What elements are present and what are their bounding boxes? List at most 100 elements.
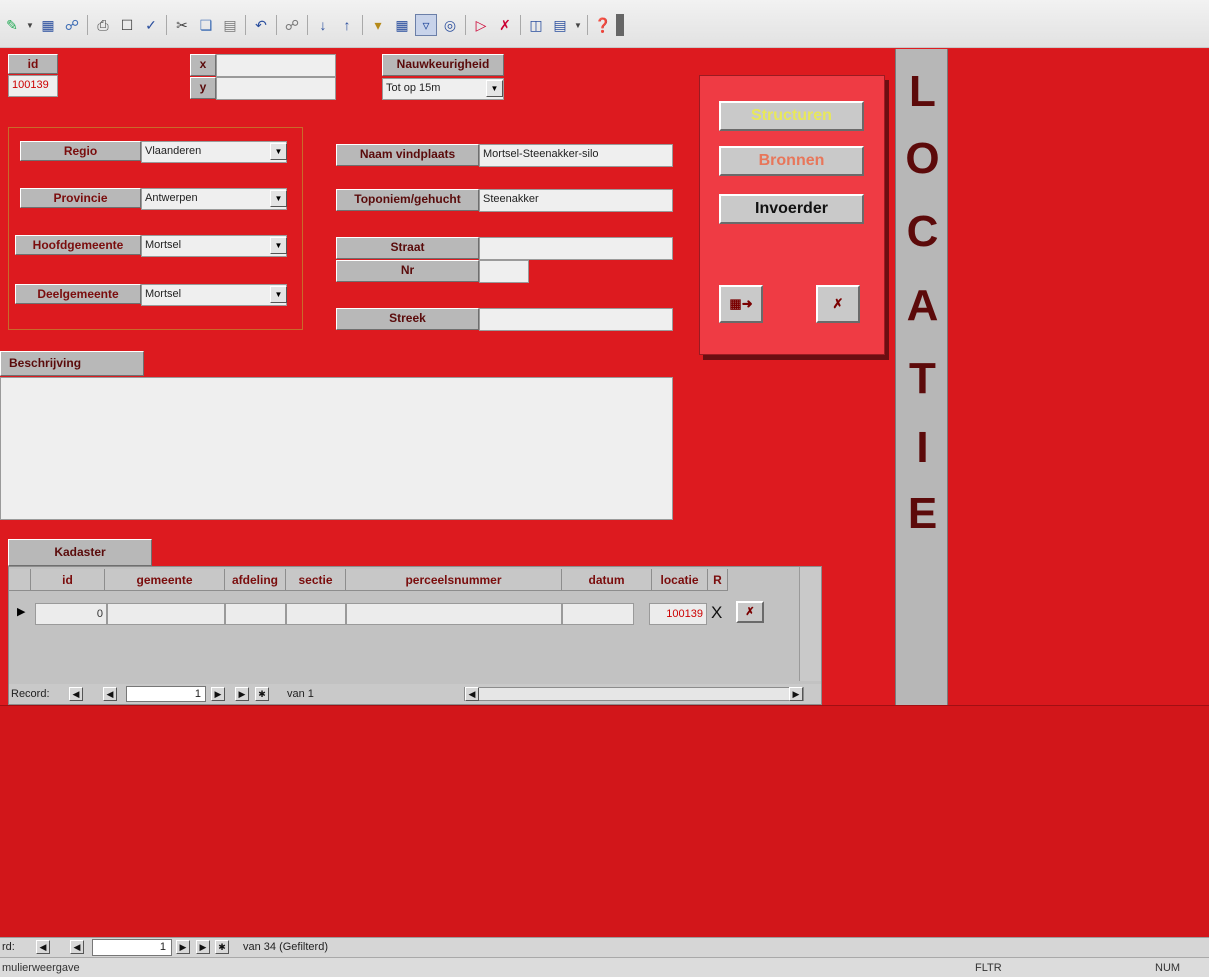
row-delete-button[interactable]: ✗ (736, 601, 764, 623)
database-window-icon[interactable]: ◫ (525, 14, 547, 36)
toolbar-icons: ✎ ▼ ▦ ☍ ⎙ ☐ ✓ ✂ ❏ ▤ ↶ ☍ ↓ ↑ ▾ ▦ ▿ ◎ ▷ ✗ … (0, 12, 625, 38)
kadaster-datasheet: id gemeente afdeling sectie perceelsnumm… (8, 566, 822, 705)
id-field[interactable]: 100139 (8, 75, 58, 97)
col-id[interactable]: id (31, 569, 105, 591)
col-afdeling[interactable]: afdeling (225, 569, 286, 591)
subform-record-number[interactable]: 1 (126, 686, 206, 702)
main-next-record-button[interactable]: ▶ (176, 940, 190, 954)
scroll-right-button[interactable]: ▶ (789, 687, 803, 701)
hoofdgemeente-dropdown-button[interactable]: ▼ (270, 237, 287, 254)
col-datum[interactable]: datum (562, 569, 652, 591)
toolbar: ✎ ▼ ▦ ☍ ⎙ ☐ ✓ ✂ ❏ ▤ ↶ ☍ ↓ ↑ ▾ ▦ ▿ ◎ ▷ ✗ … (0, 0, 1209, 48)
col-perceelsnummer[interactable]: perceelsnummer (346, 569, 562, 591)
regio-label: Regio (20, 141, 141, 161)
title-letter: A (906, 281, 939, 330)
next-record-button[interactable]: ▶ (211, 687, 225, 701)
main-record-label: rd: (2, 941, 15, 953)
kadaster-tab[interactable]: Kadaster (8, 539, 152, 566)
title-letter: L (909, 67, 936, 116)
structuren-button[interactable]: Structuren (719, 101, 864, 131)
copy-icon[interactable]: ❏ (195, 14, 217, 36)
bronnen-button[interactable]: Bronnen (719, 146, 864, 176)
x-field[interactable] (216, 54, 336, 77)
prev-record-button[interactable]: ◀ (103, 687, 117, 701)
toolbar-separator (166, 15, 167, 35)
regio-select[interactable]: Vlaanderen (141, 141, 287, 163)
locatie-vertical-title: L O C A T I E (895, 49, 948, 705)
scroll-left-button[interactable]: ◀ (465, 687, 479, 701)
exit-button[interactable]: ▦➜ (719, 285, 763, 323)
find-icon[interactable]: ◎ (439, 14, 461, 36)
save-icon[interactable]: ▦ (37, 14, 59, 36)
print-preview-icon[interactable]: ☐ (116, 14, 138, 36)
nauwkeurigheid-dropdown-button[interactable]: ▼ (486, 80, 503, 97)
cell-id[interactable]: 0 (35, 603, 107, 625)
help-icon[interactable]: ❓ (592, 14, 614, 36)
nr-field[interactable] (479, 260, 529, 283)
filter-by-selection-icon[interactable]: ▾ (367, 14, 389, 36)
row-selector-header (9, 569, 31, 591)
search-db-icon[interactable]: ☍ (61, 14, 83, 36)
main-first-record-button[interactable]: ◀ (36, 940, 50, 954)
subform-record-total: van 1 (287, 688, 314, 700)
new-record-icon[interactable]: ▷ (470, 14, 492, 36)
spelling-icon[interactable]: ✓ (140, 14, 162, 36)
first-record-button[interactable]: ◀ (69, 687, 83, 701)
naam-vindplaats-field[interactable]: Mortsel-Steenakker-silo (479, 144, 673, 167)
horizontal-scrollbar[interactable]: ◀ ▶ (464, 687, 804, 701)
main-prev-record-button[interactable]: ◀ (70, 940, 84, 954)
cell-datum[interactable] (562, 603, 634, 625)
streek-field[interactable] (479, 308, 673, 331)
provincie-label: Provincie (20, 188, 141, 208)
toponiem-field[interactable]: Steenakker (479, 189, 673, 212)
straat-field[interactable] (479, 237, 673, 260)
col-locatie[interactable]: locatie (652, 569, 708, 591)
cell-gemeente[interactable] (107, 603, 225, 625)
main-record-number[interactable]: 1 (92, 939, 172, 956)
main-new-record-button[interactable]: ✱ (215, 940, 229, 954)
deelgemeente-select[interactable]: Mortsel (141, 284, 287, 306)
access-form-window: { "toolbar": { "icons": ["design-view-ic… (0, 0, 1209, 977)
last-record-button[interactable]: ▶ (235, 687, 249, 701)
straat-label: Straat (336, 237, 479, 259)
sort-descending-icon[interactable]: ↑ (336, 14, 358, 36)
deelgemeente-dropdown-button[interactable]: ▼ (270, 286, 287, 303)
design-view-icon[interactable]: ✎ (1, 14, 23, 36)
paste-icon[interactable]: ▤ (219, 14, 241, 36)
delete-record-icon[interactable]: ✗ (494, 14, 516, 36)
hoofdgemeente-select[interactable]: Mortsel (141, 235, 287, 257)
toolbar-separator (276, 15, 277, 35)
title-letter: I (916, 423, 929, 472)
delete-button[interactable]: ✗ (816, 285, 860, 323)
col-gemeente[interactable]: gemeente (105, 569, 225, 591)
toolbar-options-icon[interactable] (616, 14, 624, 36)
sort-ascending-icon[interactable]: ↓ (312, 14, 334, 36)
beschrijving-textarea[interactable] (0, 377, 673, 520)
toolbar-separator (520, 15, 521, 35)
datasheet-vertical-scrollbar[interactable] (799, 567, 821, 681)
undo-icon[interactable]: ↶ (250, 14, 272, 36)
cell-afdeling[interactable] (225, 603, 286, 625)
cell-perceelsnummer[interactable] (346, 603, 562, 625)
dropdown-arrow-icon[interactable]: ▼ (25, 14, 35, 36)
current-record-indicator-icon: ▶ (17, 606, 26, 618)
provincie-select[interactable]: Antwerpen (141, 188, 287, 210)
main-last-record-button[interactable]: ▶ (196, 940, 210, 954)
col-r[interactable]: R (708, 569, 728, 591)
print-icon[interactable]: ⎙ (92, 14, 114, 36)
dropdown-arrow-icon[interactable]: ▼ (573, 14, 583, 36)
cell-sectie[interactable] (286, 603, 346, 625)
new-object-icon[interactable]: ▤ (549, 14, 571, 36)
invoerder-button[interactable]: Invoerder (719, 194, 864, 224)
filter-by-form-icon[interactable]: ▦ (391, 14, 413, 36)
cell-x-mark[interactable]: X (711, 603, 722, 623)
new-record-nav-button[interactable]: ✱ (255, 687, 269, 701)
y-field[interactable] (216, 77, 336, 100)
apply-filter-icon[interactable]: ▿ (415, 14, 437, 36)
col-sectie[interactable]: sectie (286, 569, 346, 591)
provincie-dropdown-button[interactable]: ▼ (270, 190, 287, 207)
cut-icon[interactable]: ✂ (171, 14, 193, 36)
hyperlink-icon[interactable]: ☍ (281, 14, 303, 36)
regio-dropdown-button[interactable]: ▼ (270, 143, 287, 160)
cell-locatie[interactable]: 100139 (649, 603, 707, 625)
